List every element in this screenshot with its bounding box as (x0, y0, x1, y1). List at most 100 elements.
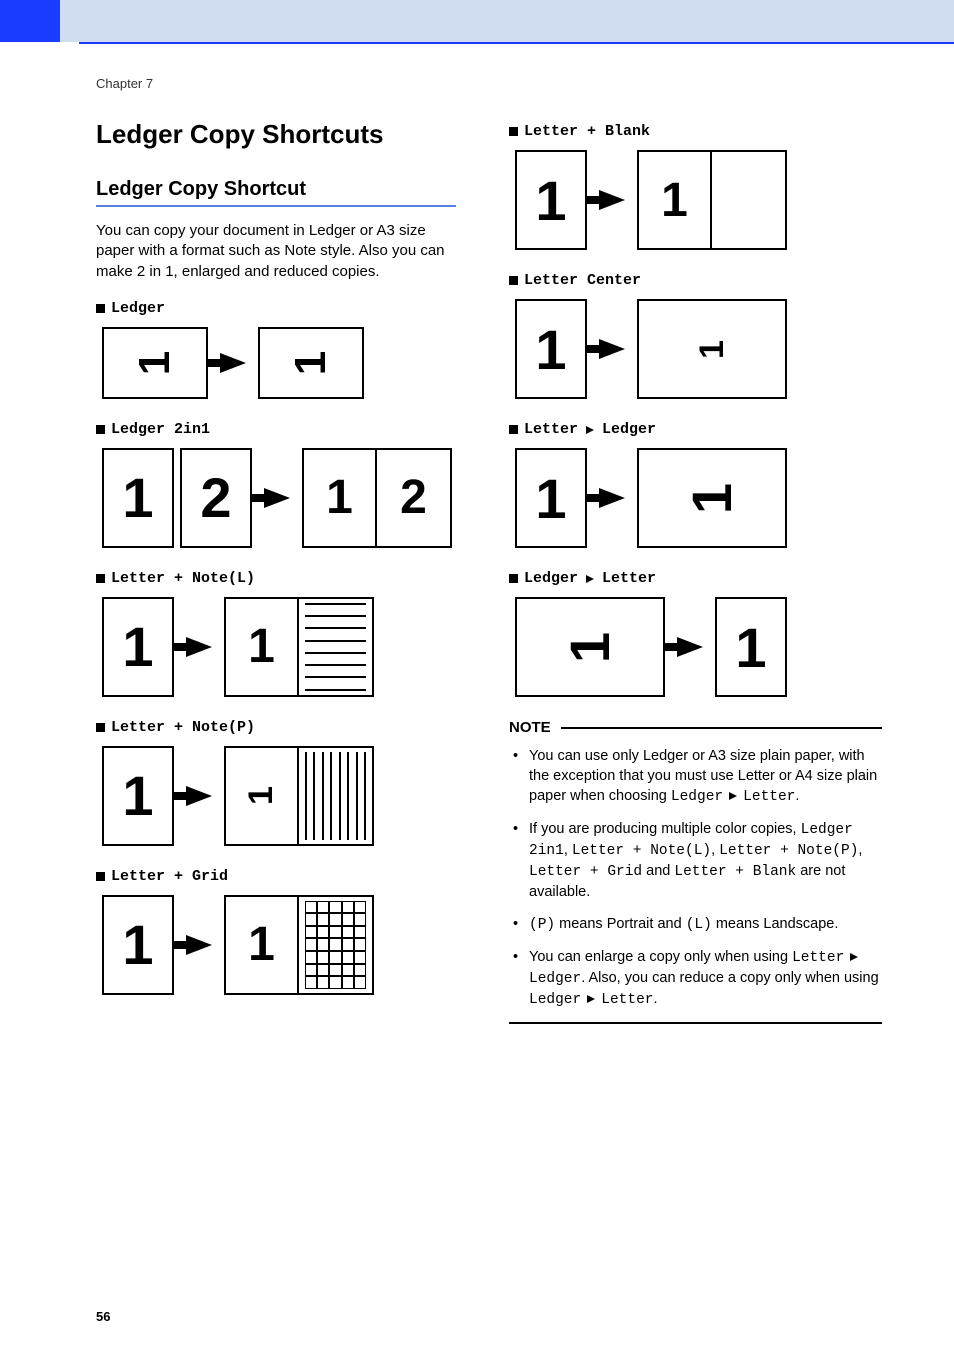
bullet-icon (509, 276, 518, 285)
item-label-a: Ledger (524, 570, 578, 587)
note-title: NOTE (509, 719, 551, 736)
digit-one: 1 (122, 912, 153, 977)
digit-one: 1 (535, 317, 566, 382)
digit-one: 1 (326, 470, 353, 525)
result-page: 1 (258, 327, 364, 399)
result-page: 1 (224, 895, 374, 995)
note-code: Letter (792, 950, 844, 966)
arrow-small-icon (587, 995, 595, 1003)
note-block: NOTE You can use only Ledger or A3 size … (509, 719, 882, 1024)
bullet-icon (96, 723, 105, 732)
arrow-small-icon (586, 426, 594, 434)
digit-one: 1 (248, 619, 275, 674)
note-code: Letter (743, 789, 795, 805)
digit-two: 2 (400, 470, 427, 525)
diagram-ledger2in1: 1 2 1 2 (102, 448, 469, 548)
arrow-icon (186, 637, 212, 657)
digit-one: 1 (248, 917, 275, 972)
result-page: 1 (637, 448, 787, 548)
bullet-icon (509, 127, 518, 136)
note-code: Letter (601, 992, 653, 1008)
section-subtitle: Ledger Copy Shortcut (96, 178, 469, 201)
note-text: , (564, 842, 572, 858)
note-rule (561, 727, 882, 729)
note-code: Ledger (671, 789, 723, 805)
note-text: , (711, 842, 719, 858)
digit-one: 1 (122, 465, 153, 530)
digit-one: 1 (680, 482, 745, 513)
digit-two: 2 (200, 465, 231, 530)
arrow-small-icon (850, 953, 858, 961)
digit-one: 1 (661, 173, 688, 228)
result-page: 1 2 (302, 448, 452, 548)
result-page: 1 (637, 299, 787, 399)
source-page-2: 2 (180, 448, 252, 548)
grid-icon (305, 901, 366, 989)
vlines-icon (305, 752, 366, 840)
source-page: 1 (515, 150, 587, 250)
note-code: Letter + Blank (674, 864, 796, 880)
diagram-letter-to-ledger: 1 1 (515, 448, 882, 548)
item-heading-noteL: Letter + Note(L) (96, 570, 469, 587)
left-column: Ledger Copy Shortcuts Ledger Copy Shortc… (96, 119, 469, 1024)
bullet-icon (509, 574, 518, 583)
note-code: Ledger (529, 992, 581, 1008)
note-item: You can enlarge a copy only when using L… (513, 947, 882, 1010)
note-code: Letter + Note(P) (719, 843, 858, 859)
item-heading-grid: Letter + Grid (96, 868, 469, 885)
note-text: . Also, you can reduce a copy only when … (581, 970, 878, 986)
digit-one: 1 (535, 466, 566, 531)
bullet-icon (509, 425, 518, 434)
intro-paragraph: You can copy your document in Ledger or … (96, 221, 456, 282)
arrow-small-icon (729, 792, 737, 800)
bullet-icon (96, 872, 105, 881)
bullet-icon (96, 425, 105, 434)
note-code: Ledger (529, 971, 581, 987)
digit-one: 1 (122, 763, 153, 828)
note-text: . (795, 788, 799, 804)
diagram-ledger-to-letter: 1 1 (515, 597, 882, 697)
bullet-icon (96, 304, 105, 313)
item-label: Letter + Note(P) (111, 719, 255, 736)
source-page: 1 (515, 597, 665, 697)
note-text: and (642, 863, 674, 879)
item-label-b: Letter (602, 570, 656, 587)
item-heading-ledger: Ledger (96, 300, 469, 317)
item-label: Letter Center (524, 272, 641, 289)
item-label: Letter + Note(L) (111, 570, 255, 587)
arrow-icon (599, 339, 625, 359)
source-page: 1 (102, 327, 208, 399)
digit-one: 1 (242, 786, 281, 805)
page-tab (0, 0, 60, 42)
result-page: 1 (637, 150, 787, 250)
item-label: Ledger 2in1 (111, 421, 210, 438)
note-text: . (654, 991, 658, 1007)
note-item: If you are producing multiple color copi… (513, 819, 882, 902)
note-text: means Landscape. (712, 916, 839, 932)
lines-icon (305, 603, 366, 691)
digit-one: 1 (286, 351, 336, 375)
result-page: 1 (224, 746, 374, 846)
digit-one: 1 (535, 168, 566, 233)
bullet-icon (96, 574, 105, 583)
arrow-icon (599, 190, 625, 210)
chapter-label: Chapter 7 (96, 76, 882, 91)
arrow-icon (264, 488, 290, 508)
header-bar (0, 0, 954, 42)
note-text: , (858, 842, 862, 858)
note-text: You can enlarge a copy only when using (529, 949, 792, 965)
note-text: means Portrait and (555, 916, 686, 932)
arrow-icon (186, 786, 212, 806)
note-item: (P) means Portrait and (L) means Landsca… (513, 914, 882, 935)
item-heading-ledger-to-letter: Ledger Letter (509, 570, 882, 587)
source-page: 1 (102, 895, 174, 995)
item-label: Ledger (111, 300, 165, 317)
digit-one: 1 (735, 615, 766, 680)
page-title: Ledger Copy Shortcuts (96, 119, 469, 150)
page-number: 56 (96, 1309, 110, 1324)
note-code: (P) (529, 917, 555, 933)
item-heading-ledger2in1: Ledger 2in1 (96, 421, 469, 438)
diagram-ledger: 1 1 (102, 327, 469, 399)
result-page: 1 (715, 597, 787, 697)
arrow-icon (186, 935, 212, 955)
